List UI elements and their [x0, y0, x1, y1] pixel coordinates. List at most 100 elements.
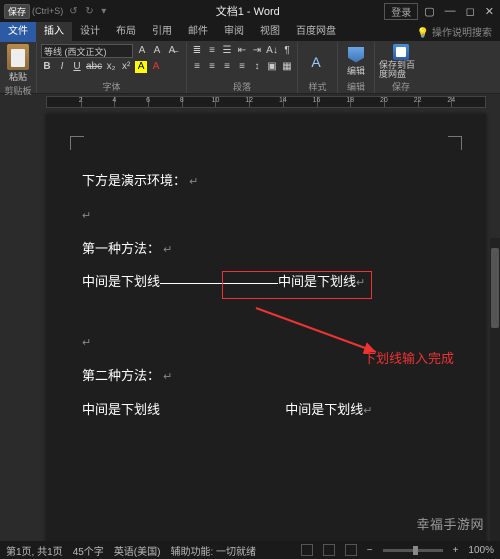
align-left-icon[interactable]: ≡	[191, 61, 203, 73]
align-center-icon[interactable]: ≡	[206, 61, 218, 73]
tab-view[interactable]: 视图	[252, 22, 288, 42]
ribbon-options-icon[interactable]: ▢	[424, 5, 434, 18]
line-spacing-icon[interactable]: ↕	[251, 61, 263, 73]
tab-review[interactable]: 审阅	[216, 22, 252, 42]
vertical-ruler[interactable]	[0, 108, 14, 559]
maximize-icon[interactable]: ◻	[466, 5, 475, 18]
paste-label: 粘贴	[9, 70, 27, 83]
italic-button[interactable]: I	[56, 61, 68, 73]
styles-button[interactable]: A	[302, 54, 330, 70]
text-m2-left[interactable]: 中间是下划线	[82, 402, 160, 417]
save-button[interactable]: 保存	[4, 4, 30, 19]
horizontal-ruler[interactable]: 24681012141618202224	[46, 96, 486, 108]
pilcrow-icon: ↵	[82, 337, 91, 349]
font-family-select[interactable]	[41, 44, 133, 58]
group-save-cloud: 保存到百度网盘 保存	[375, 42, 427, 93]
show-marks-icon[interactable]: ¶	[281, 45, 293, 57]
superscript-button[interactable]: x²	[120, 61, 132, 73]
group-clipboard: 粘贴 剪贴板	[0, 42, 37, 93]
subscript-button[interactable]: x₂	[105, 61, 117, 73]
ribbon-tabs: 文件 插入 设计 布局 引用 邮件 审阅 视图 百度网盘 操作说明搜索	[0, 22, 500, 42]
close-icon[interactable]: ✕	[485, 5, 494, 18]
page[interactable]: 下方是演示环境： ↵ ↵ 第一种方法： ↵ 中间是下划线中间是下划线↵ 下划线输…	[46, 114, 486, 559]
numbering-icon[interactable]: ≡	[206, 45, 218, 57]
font-color-button[interactable]: A	[150, 61, 162, 73]
document-title: 文档1 - Word	[111, 3, 384, 19]
window-controls: ▢ — ◻ ✕	[424, 5, 494, 18]
para-method2-title: 第二种方法： ↵	[82, 359, 450, 393]
editing-label: 编辑	[342, 79, 370, 93]
font-size-increase-icon[interactable]: A	[136, 45, 148, 57]
tab-design[interactable]: 设计	[72, 22, 108, 42]
pilcrow-icon: ↵	[160, 244, 172, 256]
vertical-scrollbar[interactable]	[490, 238, 500, 558]
underline-button[interactable]: U	[71, 61, 83, 73]
document-area: 下方是演示环境： ↵ ↵ 第一种方法： ↵ 中间是下划线中间是下划线↵ 下划线输…	[0, 108, 500, 559]
justify-icon[interactable]: ≡	[236, 61, 248, 73]
view-read-icon[interactable]	[301, 544, 313, 556]
paste-button[interactable]: 粘贴	[4, 44, 32, 83]
view-web-icon[interactable]	[345, 544, 357, 556]
indent-dec-icon[interactable]: ⇤	[236, 45, 248, 57]
redo-icon[interactable]: ↻	[85, 6, 95, 16]
editing-btn-label: 编辑	[347, 64, 365, 77]
view-print-icon[interactable]	[323, 544, 335, 556]
pilcrow-icon: ↵	[186, 176, 198, 188]
annotation-box	[222, 271, 372, 299]
tab-baidu[interactable]: 百度网盘	[288, 22, 344, 42]
tab-layout[interactable]: 布局	[108, 22, 144, 42]
bullets-icon[interactable]: ≣	[191, 45, 203, 57]
sort-icon[interactable]: A↓	[266, 45, 278, 57]
status-words[interactable]: 45个字	[73, 543, 104, 558]
save-cloud-button[interactable]: 保存到百度网盘	[379, 44, 423, 79]
clear-format-icon[interactable]: A̶	[166, 45, 178, 57]
indent-inc-icon[interactable]: ⇥	[251, 45, 263, 57]
font-size-decrease-icon[interactable]: A	[151, 45, 163, 57]
zoom-percent[interactable]: 100%	[468, 545, 494, 556]
minimize-icon[interactable]: —	[445, 5, 456, 18]
editing-button[interactable]: 编辑	[342, 47, 370, 77]
undo-icon[interactable]: ↺	[69, 6, 79, 16]
login-button[interactable]: 登录	[384, 3, 418, 20]
status-accessibility[interactable]: 辅助功能: 一切就绪	[170, 543, 256, 558]
text-method2-title[interactable]: 第二种方法：	[82, 368, 160, 383]
text-m2-right[interactable]: 中间是下划线	[285, 402, 363, 417]
status-language[interactable]: 英语(美国)	[114, 543, 161, 558]
para-method1-title: 第一种方法： ↵	[82, 232, 450, 266]
qat-icons: ↺ ↻ ▾	[69, 6, 111, 16]
tell-me-search[interactable]: 操作说明搜索	[409, 24, 500, 39]
group-paragraph: ≣ ≡ ☰ ⇤ ⇥ A↓ ¶ ≡ ≡ ≡ ≡ ↕ ▣ ▦ 段落	[187, 42, 298, 93]
margin-corner-tr	[448, 136, 462, 150]
tab-file[interactable]: 文件	[0, 22, 36, 42]
highlight-button[interactable]: A	[135, 61, 147, 73]
status-page[interactable]: 第1页, 共1页	[6, 543, 63, 558]
align-right-icon[interactable]: ≡	[221, 61, 233, 73]
pilcrow-icon: ↵	[160, 371, 172, 383]
scrollbar-thumb[interactable]	[491, 248, 499, 328]
group-styles: A 样式	[298, 42, 338, 93]
shading-icon[interactable]: ▣	[266, 61, 278, 73]
tab-insert[interactable]: 插入	[36, 22, 72, 42]
save-cloud-icon	[393, 44, 409, 60]
bold-button[interactable]: B	[41, 61, 53, 73]
tab-mailings[interactable]: 邮件	[180, 22, 216, 42]
para-intro: 下方是演示环境： ↵	[82, 164, 450, 198]
strike-button[interactable]: abc	[86, 61, 102, 73]
zoom-in-button[interactable]: +	[453, 545, 459, 556]
qat-more-icon[interactable]: ▾	[101, 6, 111, 16]
pilcrow-icon: ↵	[363, 405, 372, 417]
styles-icon: A	[311, 54, 320, 70]
zoom-out-button[interactable]: −	[367, 545, 373, 556]
tab-references[interactable]: 引用	[144, 22, 180, 42]
para-blank-2: ↵	[82, 325, 450, 359]
multilevel-icon[interactable]: ☰	[221, 45, 233, 57]
text-intro[interactable]: 下方是演示环境：	[82, 173, 186, 188]
borders-icon[interactable]: ▦	[281, 61, 293, 73]
text-method1-title[interactable]: 第一种方法：	[82, 241, 160, 256]
paragraph-label: 段落	[191, 79, 293, 93]
text-m1-left[interactable]: 中间是下划线	[82, 274, 160, 289]
zoom-slider[interactable]	[383, 549, 443, 552]
para-method2-line: 中间是下划线 中间是下划线↵	[82, 393, 450, 427]
para-method1-line: 中间是下划线中间是下划线↵	[82, 265, 450, 299]
paste-icon	[7, 44, 29, 70]
